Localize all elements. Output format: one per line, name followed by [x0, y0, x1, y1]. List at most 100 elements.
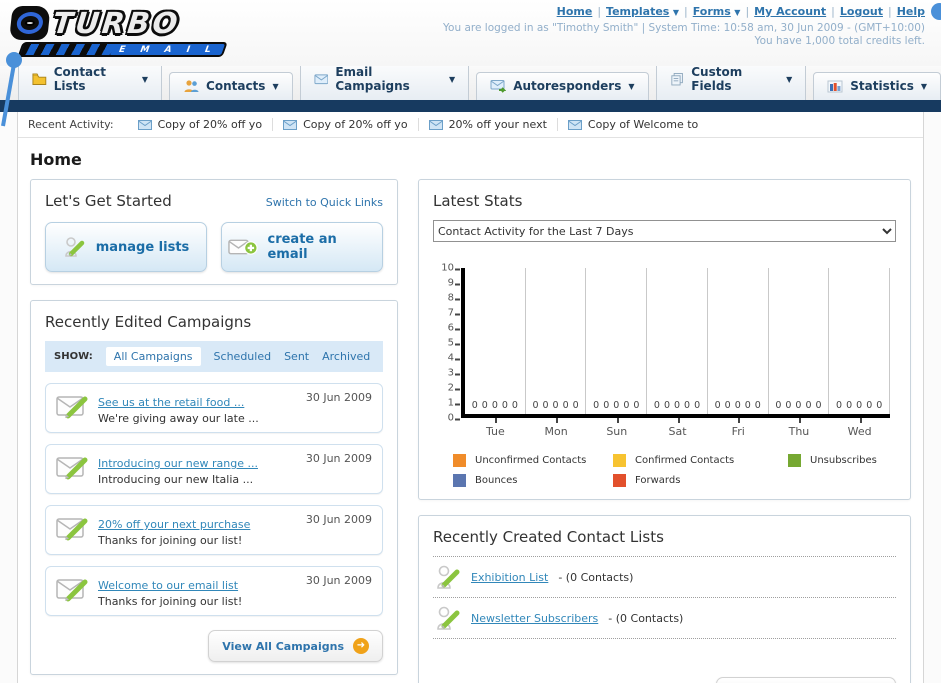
chart-day-group: 00000 [829, 268, 891, 414]
data-value-label: 0 [714, 400, 721, 411]
campaign-date: 30 Jun 2009 [305, 574, 372, 587]
data-value-label: 0 [785, 400, 792, 411]
data-value-label: 0 [724, 400, 731, 411]
filter-sent[interactable]: Sent [284, 350, 309, 363]
login-info: You are logged in as "Timothy Smith" | S… [443, 22, 925, 34]
statistics-icon [827, 80, 843, 93]
legend-label: Forwards [635, 475, 681, 486]
top-link-home[interactable]: Home [557, 5, 593, 18]
person-pencil-icon [437, 565, 460, 589]
data-value-label: 0 [542, 400, 549, 411]
tab-autoresponders[interactable]: Autoresponders ▼ [476, 72, 649, 100]
envelope-icon [283, 119, 298, 130]
manage-lists-button[interactable]: manage lists [45, 222, 207, 272]
chart-legend: Unconfirmed Contacts Confirmed Contacts … [453, 454, 890, 487]
legend-item: Forwards [613, 474, 778, 487]
data-value-label: 0 [673, 400, 681, 411]
credits-info: You have 1,000 total credits left. [754, 35, 925, 47]
separator: | [684, 5, 688, 18]
campaign-subtitle: We're giving away our late ... [98, 412, 259, 425]
data-value-label: 0 [491, 400, 498, 411]
manage-lists-label: manage lists [95, 239, 190, 255]
campaign-row: Introducing our new range ... Introducin… [45, 444, 383, 494]
recent-activity-item[interactable]: Copy of Welcome to [558, 118, 708, 131]
contact-list-link[interactable]: Exhibition List [471, 571, 548, 584]
stats-period-select[interactable]: Contact Activity for the Last 7 Days [433, 220, 896, 242]
person-pencil-icon [437, 606, 460, 630]
recent-activity-item[interactable]: Copy of 20% off yo [128, 118, 274, 131]
legend-swatch-bounces [453, 474, 466, 487]
data-value-label: 0 [532, 400, 539, 411]
tab-label: Autoresponders [513, 79, 622, 93]
recent-activity-label: Recent Activity: [28, 118, 114, 131]
campaign-title-link[interactable]: Welcome to our email list [98, 579, 238, 592]
data-value-label: 0 [744, 400, 751, 411]
campaign-date: 30 Jun 2009 [305, 452, 372, 465]
filter-archived[interactable]: Archived [322, 350, 370, 363]
filter-all-campaigns[interactable]: All Campaigns [105, 347, 201, 366]
page-title: Home [30, 150, 82, 169]
y-tick-label: 6 [447, 322, 461, 334]
chevron-down-icon: ▼ [786, 74, 793, 84]
tab-label: Contact Lists [53, 65, 106, 93]
chart-day-group: 00000 [586, 268, 648, 414]
logo-title: TURBO [51, 5, 183, 40]
chevron-down-icon: ▼ [628, 81, 635, 91]
view-all-campaigns-button[interactable]: View All Campaigns ➜ [208, 630, 383, 662]
filter-scheduled[interactable]: Scheduled [214, 350, 272, 363]
create-email-button[interactable]: create an email [221, 222, 383, 272]
switch-quick-links[interactable]: Switch to Quick Links [266, 196, 383, 209]
campaigns-card: Recently Edited Campaigns SHOW: All Camp… [30, 300, 398, 675]
top-link-forms[interactable]: Forms [693, 5, 731, 18]
activity-item-label: Copy of Welcome to [587, 118, 699, 131]
contact-lists-card: Recently Created Contact Lists Exhibitio… [418, 515, 911, 683]
chevron-down-icon: ▼ [920, 81, 927, 91]
see-all-contact-lists-button[interactable]: See All Contact Lists ➜ [715, 677, 896, 683]
tab-contacts[interactable]: Contacts ▼ [169, 72, 293, 100]
y-tick-label: 8 [447, 292, 461, 304]
recent-activity-item[interactable]: 20% off your next [419, 118, 558, 131]
legend-item: Bounces [453, 474, 603, 487]
envelope-icon [567, 119, 582, 130]
logo-bar: E M A I L [17, 42, 228, 57]
data-value-label: 0 [603, 400, 610, 411]
latest-stats-card: Latest Stats Contact Activity for the La… [418, 179, 911, 500]
data-value-label: 0 [795, 400, 802, 411]
separator: | [831, 5, 835, 18]
contact-list-link[interactable]: Newsletter Subscribers [471, 612, 598, 625]
top-link-help[interactable]: Help [897, 5, 925, 18]
get-started-card: Let's Get Started Switch to Quick Links … [30, 179, 398, 285]
y-tick-label: 4 [447, 352, 461, 364]
y-tick-label: 0 [447, 412, 461, 424]
chevron-down-icon: ▼ [672, 8, 680, 17]
campaign-title-link[interactable]: See us at the retail food ... [98, 396, 244, 409]
contact-lists-title: Recently Created Contact Lists [433, 528, 664, 546]
campaigns-filter-bar: SHOW: All Campaigns Scheduled Sent Archi… [45, 341, 383, 372]
top-link-logout[interactable]: Logout [840, 5, 883, 18]
envelope-icon [314, 74, 328, 85]
latest-stats-title: Latest Stats [433, 192, 523, 210]
top-link-templates[interactable]: Templates [606, 5, 669, 18]
get-started-title: Let's Get Started [45, 192, 172, 210]
activity-item-label: Copy of 20% off yo [157, 118, 263, 131]
data-value-label: 0 [846, 400, 853, 411]
legend-item: Unsubscribes [788, 454, 890, 467]
recent-activity-item[interactable]: Copy of 20% off yo [273, 118, 419, 131]
activity-item-label: Copy of 20% off yo [303, 118, 408, 131]
legend-item: Confirmed Contacts [613, 454, 778, 467]
x-tick-label: Sat [647, 418, 708, 438]
tab-statistics[interactable]: Statistics ▼ [813, 72, 941, 100]
y-tick-label: 1 [447, 397, 461, 409]
top-link-my-account[interactable]: My Account [754, 5, 826, 18]
tab-label: Contacts [206, 79, 266, 93]
campaign-title-link[interactable]: 20% off your next purchase [98, 518, 250, 531]
data-value-label: 0 [481, 400, 488, 411]
navy-divider-bar [0, 100, 941, 112]
data-value-label: 0 [815, 400, 822, 411]
x-tick-label: Sun [586, 418, 647, 438]
chart-day-group: 00000 [708, 268, 769, 414]
data-value-label: 0 [653, 400, 660, 411]
data-value-label: 0 [836, 400, 843, 411]
contact-list-row: Exhibition List - (0 Contacts) [433, 556, 896, 598]
campaign-title-link[interactable]: Introducing our new range ... [98, 457, 258, 470]
